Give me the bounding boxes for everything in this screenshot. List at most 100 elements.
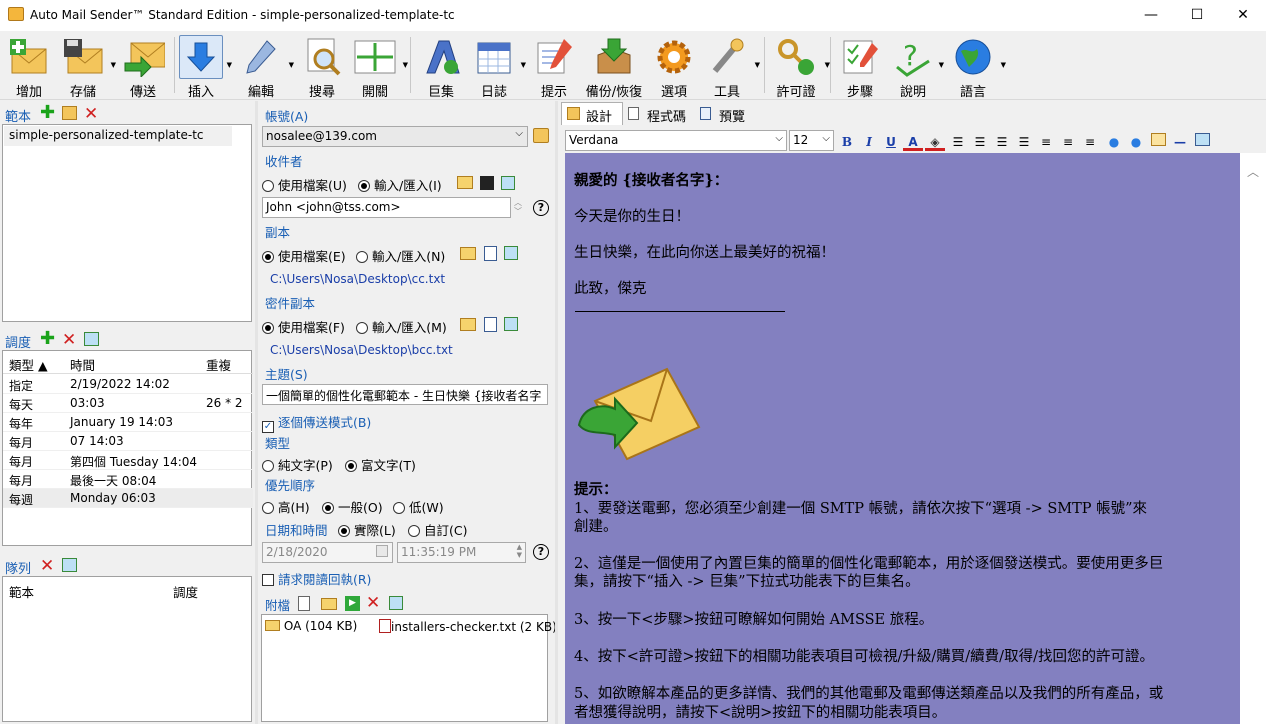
save-button[interactable]: 存儲 ▼ — [58, 31, 116, 100]
log-dropdown-icon[interactable]: ▼ — [521, 61, 526, 69]
bcc-use-file[interactable]: 使用檔案(F) — [262, 317, 345, 336]
table-icon[interactable] — [1192, 133, 1212, 151]
tab-design[interactable]: 設計 — [561, 102, 623, 125]
priority-low-radio[interactable]: 低(W) — [393, 497, 444, 516]
refresh-queue-icon[interactable] — [62, 558, 77, 572]
refresh-schedule-icon[interactable] — [84, 332, 99, 346]
col-time[interactable]: 時間 — [70, 355, 95, 374]
macro-button[interactable]: 巨集 — [416, 31, 466, 100]
cc-input-import[interactable]: 輸入/匯入(N) — [356, 246, 445, 265]
send-button[interactable]: 傳送 — [116, 31, 170, 100]
read-receipt-checkbox[interactable]: 請求閱讀回執(R) — [262, 569, 371, 588]
custom-time-radio[interactable]: 自訂(C) — [408, 520, 467, 539]
license-button[interactable]: 許可證 ▼ — [770, 31, 830, 100]
account-settings-icon[interactable] — [533, 128, 549, 143]
link-icon[interactable]: ● — [1104, 133, 1124, 151]
font-family-select[interactable]: Verdana ⌵ — [565, 130, 787, 151]
refresh-attach-icon[interactable] — [389, 596, 403, 610]
table-row[interactable]: 每月 07 14:03 — [3, 432, 253, 451]
date-picker[interactable]: 2/18/2020 — [262, 542, 393, 563]
cc-use-file[interactable]: 使用檔案(E) — [262, 246, 346, 265]
bold-icon[interactable]: B — [837, 133, 857, 151]
log-button[interactable]: 日誌 ▼ — [470, 31, 526, 100]
hint-button[interactable]: 提示 — [530, 31, 578, 100]
refresh-list-icon[interactable] — [501, 176, 515, 190]
right-splitter[interactable] — [555, 101, 558, 724]
template-item[interactable]: simple-personalized-template-tc — [4, 126, 232, 146]
unlink-icon[interactable]: ● — [1126, 133, 1146, 151]
subject-input[interactable]: 一個簡單的個性化電郵範本 - 生日快樂 {接收者名字 — [262, 384, 548, 405]
indent-icon[interactable]: ☰ — [1014, 133, 1034, 151]
edit-template-icon[interactable] — [62, 106, 77, 120]
backup-button[interactable]: 備份/恢復 — [584, 31, 644, 100]
tab-code[interactable]: 程式碼 — [625, 104, 695, 125]
actual-time-radio[interactable]: 實際(L) — [338, 520, 396, 539]
edit-dropdown-icon[interactable]: ▼ — [289, 61, 294, 69]
underline-icon[interactable]: U — [881, 133, 901, 151]
account-select[interactable]: nosalee@139.com ⌵ — [262, 126, 528, 147]
priority-high-radio[interactable]: 高(H) — [262, 497, 310, 516]
table-row[interactable]: 每週 Monday 06:03 — [3, 489, 253, 508]
col-type[interactable]: 類型 ▲ — [9, 355, 48, 374]
attachment-item[interactable]: installers-checker.txt (2 KB) — [379, 619, 557, 634]
table-row[interactable]: 每月 第四個 Tuesday 14:04 — [3, 451, 253, 470]
time-picker[interactable]: 11:35:19 PM ▲ ▼ — [397, 542, 526, 563]
table-row[interactable]: 每月 最後一天 08:04 — [3, 470, 253, 489]
save-list-icon[interactable] — [480, 176, 494, 190]
open-button[interactable]: 開關 ▼ — [350, 31, 408, 100]
priority-normal-radio[interactable]: 一般(O) — [322, 497, 383, 516]
add-button[interactable]: 增加 — [4, 31, 54, 100]
edit-button[interactable]: 編輯 ▼ — [236, 31, 294, 100]
bcc-input-import[interactable]: 輸入/匯入(M) — [356, 317, 447, 336]
folder-open-icon[interactable] — [457, 176, 473, 189]
add-icon[interactable]: ✚ — [40, 104, 55, 122]
col-repeat[interactable]: 重複 — [206, 355, 231, 374]
delete-schedule-icon[interactable]: ✕ — [62, 330, 76, 350]
new-attach-icon[interactable] — [298, 596, 310, 611]
delete-attach-icon[interactable]: ✕ — [366, 593, 380, 613]
highlight-icon[interactable]: ◈ — [925, 133, 945, 151]
recipient-input-import[interactable]: 輸入/匯入(I) — [358, 175, 442, 194]
options-button[interactable]: 選項 — [650, 31, 698, 100]
horizontal-line-icon[interactable]: — — [1170, 133, 1190, 151]
left-splitter[interactable] — [255, 101, 258, 724]
editor-scrollbar[interactable]: ︿ — [1240, 153, 1266, 724]
cc-refresh-icon[interactable] — [504, 246, 518, 260]
add-folder-icon[interactable] — [321, 598, 337, 610]
close-button[interactable]: ✕ — [1220, 0, 1266, 31]
outdent-icon[interactable]: ☰ — [992, 133, 1012, 151]
plain-text-radio[interactable]: 純文字(P) — [262, 455, 333, 474]
language-dropdown-icon[interactable]: ▼ — [1001, 61, 1006, 69]
cc-view-icon[interactable] — [484, 246, 497, 261]
help-dropdown-icon[interactable]: ▼ — [939, 61, 944, 69]
font-color-icon[interactable]: A — [903, 133, 923, 151]
align-center-icon[interactable]: ≡ — [1058, 133, 1078, 151]
table-row[interactable]: 指定 2/19/2022 14:02 — [3, 375, 253, 394]
recipient-use-file[interactable]: 使用檔案(U) — [262, 175, 347, 194]
tab-preview[interactable]: 預覽 — [697, 104, 757, 125]
table-row[interactable]: 每年 January 19 14:03 — [3, 413, 253, 432]
send-one-by-one-checkbox[interactable]: ✓ 逐個傳送模式(B) — [262, 412, 371, 433]
rich-text-radio[interactable]: 富文字(T) — [345, 455, 416, 474]
col-template[interactable]: 範本 — [9, 582, 34, 601]
insert-dropdown-icon[interactable]: ▼ — [227, 61, 232, 69]
font-size-select[interactable]: 12 ⌵ — [789, 130, 834, 151]
bcc-view-icon[interactable] — [484, 317, 497, 332]
tools-button[interactable]: 工具 ▼ — [702, 31, 760, 100]
attachment-item[interactable]: OA (104 KB) — [265, 619, 357, 633]
add-schedule-icon[interactable]: ✚ — [40, 330, 55, 348]
col-schedule[interactable]: 調度 — [173, 582, 198, 601]
maximize-button[interactable]: ☐ — [1174, 0, 1220, 31]
minimize-button[interactable]: — — [1128, 0, 1174, 31]
italic-icon[interactable]: I — [859, 133, 879, 151]
datetime-help-icon[interactable]: ? — [533, 544, 549, 560]
cc-folder-icon[interactable] — [460, 247, 476, 260]
search-button[interactable]: 搜尋 — [296, 31, 348, 100]
open-dropdown-icon[interactable]: ▼ — [403, 61, 408, 69]
bcc-folder-icon[interactable] — [460, 318, 476, 331]
image-icon[interactable] — [1148, 133, 1168, 151]
bullet-list-icon[interactable]: ☰ — [970, 133, 990, 151]
bcc-refresh-icon[interactable] — [504, 317, 518, 331]
recipient-help-icon[interactable]: ? — [533, 200, 549, 216]
tools-dropdown-icon[interactable]: ▼ — [755, 61, 760, 69]
